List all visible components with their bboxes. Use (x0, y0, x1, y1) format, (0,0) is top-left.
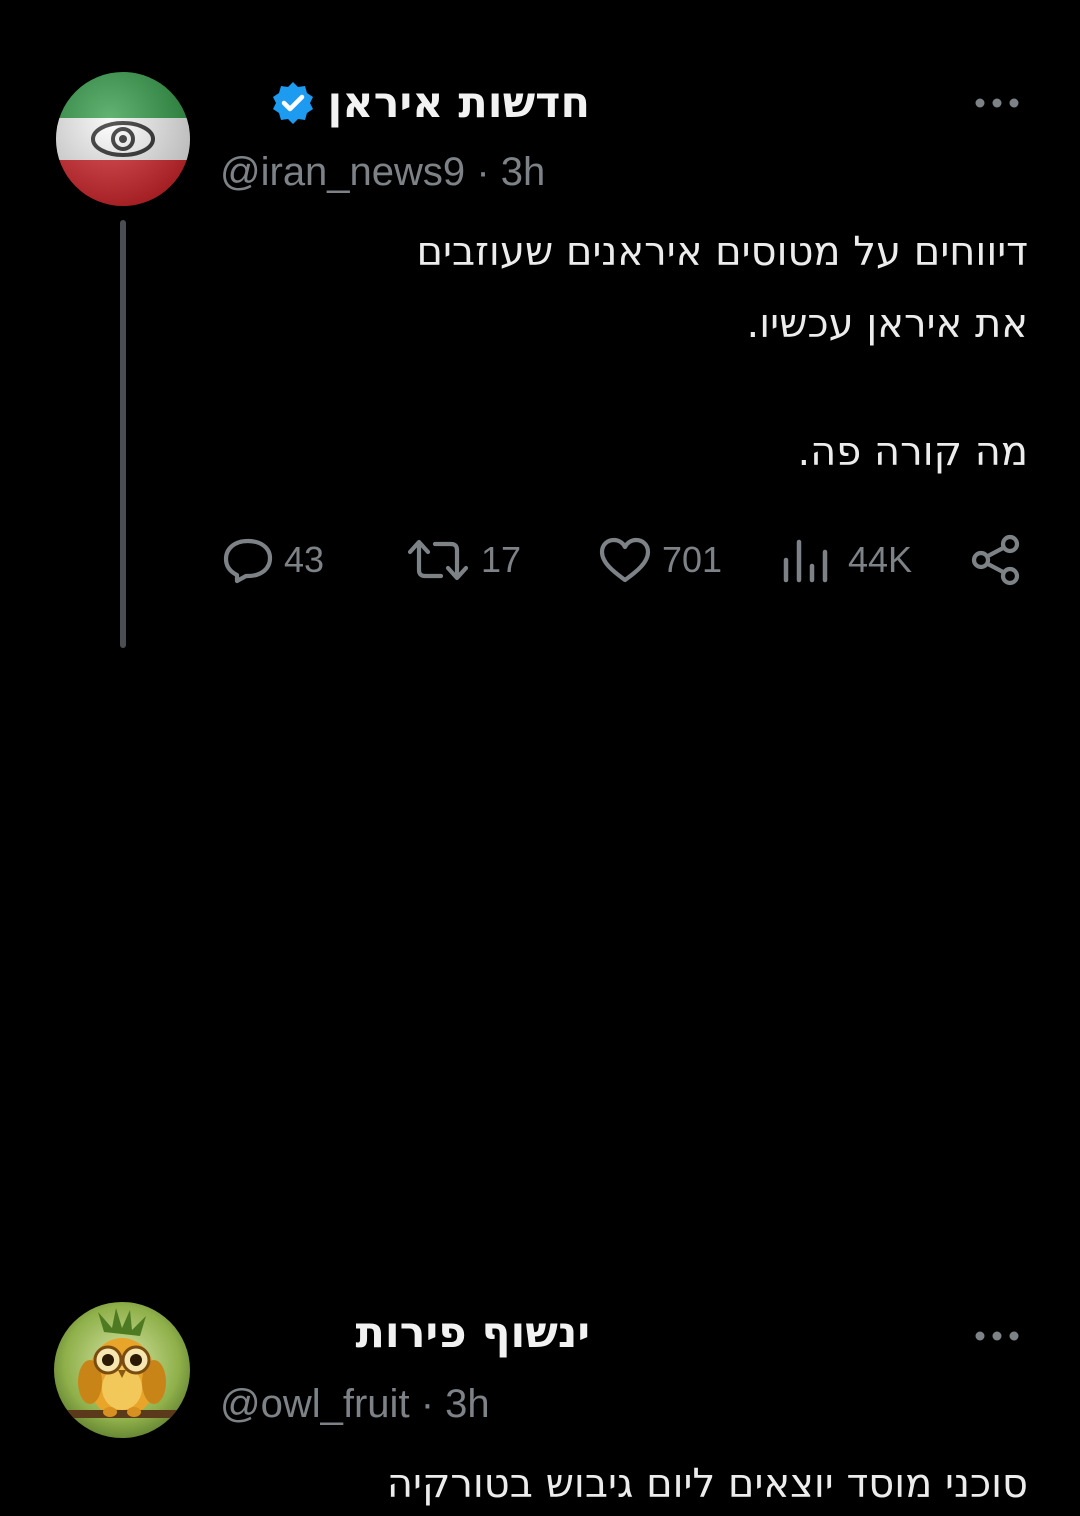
handle-row: @owl_fruit · 3h (220, 1382, 490, 1427)
reply-icon (223, 538, 273, 584)
author-row: ינשוף פירות (356, 1308, 590, 1358)
timestamp[interactable]: 3h (501, 150, 546, 194)
timestamp[interactable]: 3h (445, 1382, 490, 1426)
avatar[interactable] (56, 72, 190, 206)
retweet-count: 17 (481, 539, 522, 580)
avatar[interactable] (54, 1302, 190, 1438)
handle[interactable]: @iran_news9 (220, 150, 465, 194)
separator-dot: · (476, 150, 501, 194)
tweet-text-line: סוכני מוסד יוצאים ליום גיבוש בטורקיה (386, 1461, 1028, 1507)
verified-badge-icon (272, 82, 313, 124)
more-options-icon[interactable] (970, 93, 1024, 113)
heart-icon (599, 537, 651, 583)
handle[interactable]: @owl_fruit (220, 1382, 410, 1426)
iran-flag-eye-avatar-icon (56, 72, 190, 206)
separator-dot: · (420, 1382, 446, 1426)
views-button[interactable]: 44K (778, 530, 912, 590)
action-bar: 43 17 701 44K (0, 530, 1080, 590)
tweet-text-line: את איראן עכשיו. (746, 301, 1028, 347)
reply-tweet[interactable]: ינשוף פירות @owl_fruit · 3h סוכני מוסד י… (0, 640, 1080, 1507)
share-icon (971, 534, 1020, 586)
tweet-text-line: מה קורה פה. (797, 429, 1028, 475)
retweet-icon (407, 539, 469, 581)
handle-row: @iran_news9 · 3h (220, 150, 545, 195)
author-row: חדשות איראן (270, 78, 590, 128)
tweet-text-line: דיווחים על מטוסים איראנים שעוזבים (416, 229, 1028, 275)
more-options-icon[interactable] (970, 1326, 1024, 1346)
like-button[interactable]: 701 (598, 530, 722, 590)
like-count: 701 (662, 539, 723, 580)
views-chart-icon (783, 539, 828, 583)
display-name[interactable]: ינשוף פירות (356, 1308, 590, 1358)
original-tweet[interactable]: חדשות איראן @iran_news9 · 3h דיווחים על … (0, 0, 1080, 640)
pineapple-owl-avatar-icon (54, 1302, 190, 1438)
view-count: 44K (848, 539, 913, 580)
display-name[interactable]: חדשות איראן (328, 78, 590, 128)
reply-button[interactable]: 43 (222, 530, 324, 590)
retweet-button[interactable]: 17 (405, 530, 521, 590)
share-button[interactable] (970, 530, 1024, 590)
reply-count: 43 (284, 539, 325, 580)
